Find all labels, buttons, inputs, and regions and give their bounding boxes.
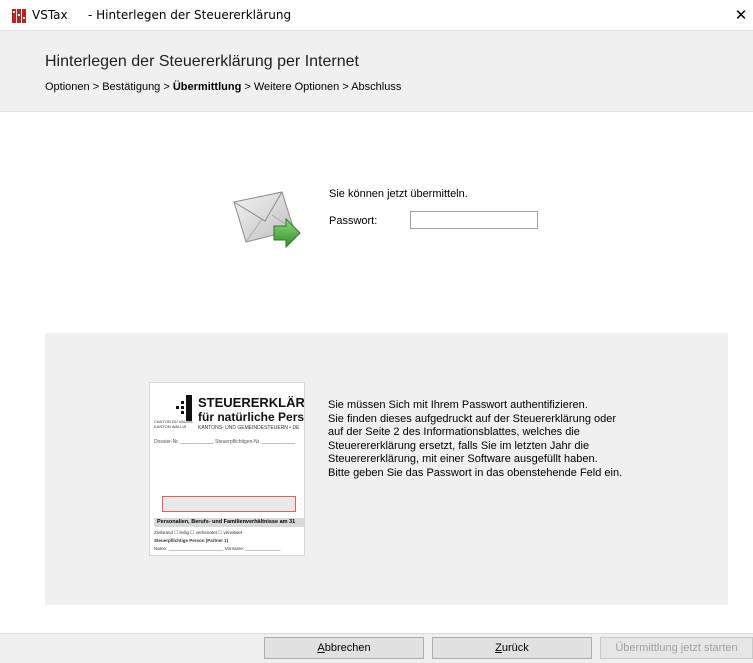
form-preview-row: Zivilstand ☐ ledig ☐ verheiratet ☐ verwi… — [154, 530, 243, 535]
info-text: Sie müssen Sich mit Ihrem Passwort authe… — [328, 399, 648, 480]
window-title: - Hinterlegen der Steuererklärung — [88, 8, 292, 22]
back-button[interactable]: Zurück — [432, 637, 592, 659]
password-label: Passwort: — [329, 215, 378, 227]
breadcrumb-separator: > — [89, 81, 103, 93]
tax-form-preview-image: STEUERERKLÄR für natürliche Pers KANTONS… — [149, 382, 305, 556]
info-line: Bitte geben Sie das Passwort in das oben… — [328, 466, 623, 479]
form-preview-line: KANTONS- UND GEMEINDESTEUERN • DE — [198, 425, 300, 431]
info-line: Steuerererklärung, mit einer Software au… — [328, 453, 598, 465]
form-preview-canton: CANTON DU VALAIS KANTON WALLIS — [154, 419, 193, 429]
info-line: Steuerererklärung ersetzt, falls Sie im … — [328, 439, 590, 452]
form-preview-subtitle: für natürliche Pers — [198, 410, 305, 424]
form-preview-title: STEUERERKLÄR — [198, 395, 305, 410]
breadcrumb-separator: > — [339, 81, 352, 93]
mail-send-icon — [233, 191, 301, 249]
ready-message: Sie können jetzt übermitteln. — [329, 188, 468, 200]
app-name: VSTax — [32, 8, 68, 22]
back-mnemonic: Z — [495, 642, 502, 654]
close-button[interactable]: ✕ — [729, 0, 753, 30]
breadcrumb: Optionen > Bestätigung > Übermittlung > … — [45, 81, 401, 93]
breadcrumb-step: Weitere Optionen — [253, 81, 340, 93]
cancel-button[interactable]: Abbrechen — [264, 637, 424, 659]
wizard-header: Hinterlegen der Steuererklärung per Inte… — [0, 31, 753, 112]
cancel-label: bbrechen — [324, 642, 371, 654]
close-icon: ✕ — [734, 6, 748, 24]
start-transmission-button[interactable]: Übermittlung jetzt starten — [600, 637, 753, 659]
breadcrumb-step: Übermittlung — [172, 81, 242, 93]
breadcrumb-step: Bestätigung — [102, 81, 161, 93]
form-preview-row: Steuerpflichtige Person (Partner 1) — [154, 538, 229, 543]
breadcrumb-separator: > — [160, 81, 173, 93]
form-preview-dossier: Dossier-Nr. ____________ Steuerpflichtig… — [154, 439, 296, 445]
button-bar: Abbrechen Zurück Übermittlung jetzt star… — [0, 633, 753, 663]
breadcrumb-step: Optionen — [45, 81, 90, 93]
info-line: Sie müssen Sich mit Ihrem Passwort authe… — [328, 399, 588, 411]
page-title: Hinterlegen der Steuererklärung per Inte… — [45, 53, 359, 70]
form-preview-row: Name: ______________________ Vorname: __… — [154, 546, 281, 551]
breadcrumb-step: Abschluss — [351, 81, 402, 93]
form-logo-icon — [176, 395, 192, 421]
info-line: auf der Seite 2 des Informationsblattes,… — [328, 426, 580, 438]
title-bar: VSTax - Hinterlegen der Steuererklärung … — [0, 0, 753, 31]
vstax-app-icon — [12, 9, 26, 23]
breadcrumb-separator: > — [241, 81, 254, 93]
back-label: urück — [501, 642, 529, 654]
cancel-mnemonic: A — [317, 642, 325, 654]
password-input[interactable] — [410, 211, 538, 229]
info-line: Sie finden dieses aufgedruckt auf der St… — [328, 412, 617, 425]
start-transmission-label: Übermittlung jetzt starten — [615, 642, 738, 654]
form-preview-section: Personalien, Berufs- und Familienverhält… — [154, 518, 304, 527]
info-panel: STEUERERKLÄR für natürliche Pers KANTONS… — [45, 333, 728, 605]
form-preview-password-box — [162, 496, 296, 512]
